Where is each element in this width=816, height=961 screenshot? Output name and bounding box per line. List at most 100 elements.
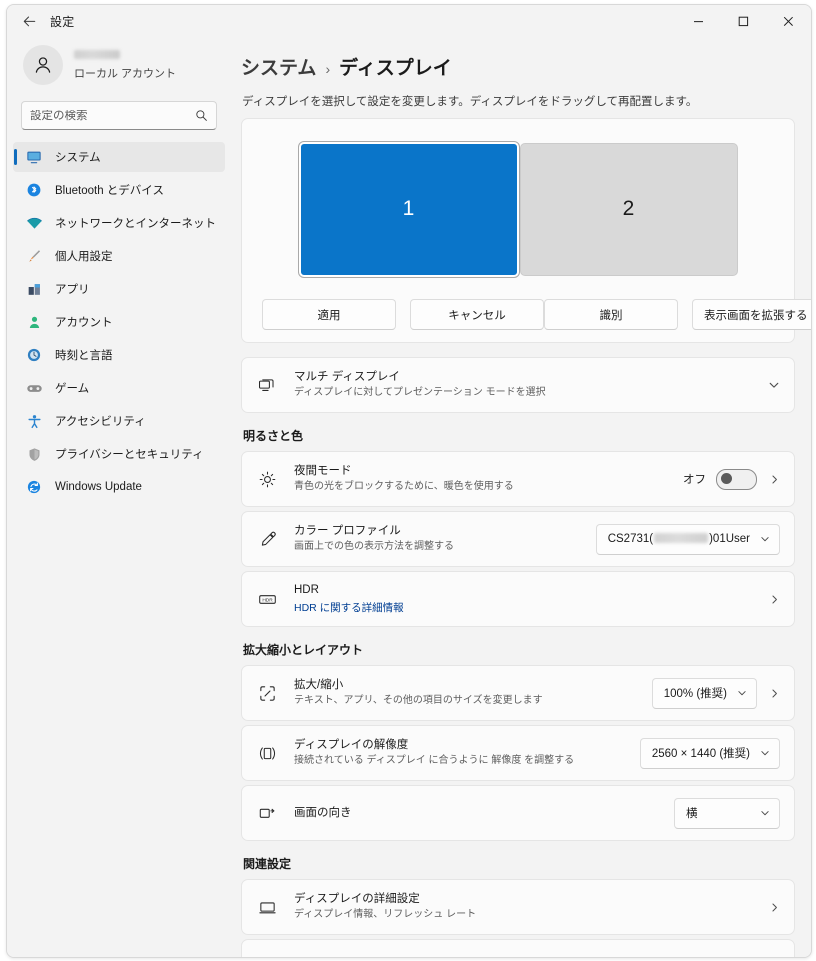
sidebar-item-network[interactable]: ネットワークとインターネット (13, 208, 225, 238)
bluetooth-icon (25, 181, 43, 199)
night-light-state-label: オフ (683, 474, 706, 486)
orientation-card[interactable]: 画面の向き 横 (241, 785, 795, 841)
scale-dropdown[interactable]: 100% (推奨) (651, 677, 757, 709)
sidebar-item-system[interactable]: システム (13, 142, 225, 172)
chevron-down-icon (760, 748, 770, 758)
apply-button[interactable]: 適用 (262, 299, 396, 330)
sidebar-item-bluetooth[interactable]: Bluetooth とデバイス (13, 175, 225, 205)
color-profile-card[interactable]: カラー プロファイル 画面上での色の表示方法を調整する CS2731()01Us… (241, 511, 795, 567)
maximize-icon (738, 16, 749, 26)
chevron-right-icon[interactable] (769, 688, 780, 699)
display-mode-value: 表示画面を拡張する (704, 309, 808, 322)
sidebar-item-accounts[interactable]: アカウント (13, 307, 225, 337)
monitor-2[interactable]: 2 (519, 142, 738, 276)
toggle-knob (721, 472, 732, 484)
sidebar-item-apps[interactable]: アプリ (13, 274, 225, 304)
hdr-controls (757, 594, 780, 605)
orientation-value: 横 (686, 808, 698, 820)
sidebar-item-accessibility[interactable]: アクセシビリティ (13, 406, 225, 436)
resolution-title: ディスプレイの解像度 (294, 739, 409, 751)
scale-card[interactable]: 拡大/縮小 テキスト、アプリ、その他の項目のサイズを変更します 100% (推奨… (241, 665, 795, 721)
multi-display-expander[interactable] (768, 379, 780, 391)
identify-button[interactable]: 識別 (544, 299, 678, 330)
resolution-text: ディスプレイの解像度 接続されている ディスプレイ に合うように 解像度 を調整… (294, 738, 630, 768)
hdr-icon: HDR (256, 588, 278, 610)
resolution-subtitle: 接続されている ディスプレイ に合うように 解像度 を調整する (294, 755, 575, 766)
night-light-toggle[interactable] (716, 468, 757, 490)
sidebar-item-label: アクセシビリティ (55, 416, 146, 428)
resolution-controls: 2560 × 1440 (推奨) (639, 737, 780, 769)
scale-row[interactable]: 拡大/縮小 テキスト、アプリ、その他の項目のサイズを変更します 100% (推奨… (242, 666, 794, 720)
scale-text: 拡大/縮小 テキスト、アプリ、その他の項目のサイズを変更します (294, 678, 642, 708)
night-light-row[interactable]: 夜間モード 青色の光をブロックするために、暖色を使用する オフ (242, 452, 794, 506)
hdr-card[interactable]: HDR HDR HDR に関する詳細情報 (241, 571, 795, 627)
close-icon (783, 16, 793, 26)
night-light-card[interactable]: 夜間モード 青色の光をブロックするために、暖色を使用する オフ (241, 451, 795, 507)
night-light-toggle-wrap[interactable]: オフ (683, 468, 757, 490)
advanced-display-row[interactable]: ディスプレイの詳細設定 ディスプレイ情報、リフレッシュ レート (242, 880, 794, 934)
update-icon (25, 478, 43, 496)
resolution-row[interactable]: ディスプレイの解像度 接続されている ディスプレイ に合うように 解像度 を調整… (242, 726, 794, 780)
search-box[interactable] (21, 101, 217, 130)
monitor-preview-area[interactable]: 1 2 (256, 133, 780, 285)
account-person-icon (25, 313, 43, 331)
chevron-right-icon[interactable] (769, 474, 780, 485)
breadcrumb: システム › ディスプレイ (241, 53, 795, 80)
back-arrow-icon (23, 15, 35, 26)
orientation-dropdown[interactable]: 横 (674, 797, 780, 829)
graphics-row[interactable]: グラフィック (242, 940, 794, 957)
minimize-button[interactable] (676, 5, 721, 37)
sidebar-item-privacy-security[interactable]: プライバシーとセキュリティ (13, 439, 225, 469)
graphics-card-icon (256, 956, 278, 957)
resolution-card[interactable]: ディスプレイの解像度 接続されている ディスプレイ に合うように 解像度 を調整… (241, 725, 795, 781)
display-arrangement-card: 1 2 適用 キャンセル 識別 表示画面を拡張する (241, 118, 811, 343)
sidebar-item-windows-update[interactable]: Windows Update (13, 472, 225, 502)
multi-display-subtitle: ディスプレイに対してプレゼンテーション モードを選択 (294, 387, 546, 398)
search-input[interactable] (30, 109, 195, 122)
resolution-dropdown[interactable]: 2560 × 1440 (推奨) (639, 737, 780, 769)
multi-display-row[interactable]: マルチ ディスプレイ ディスプレイに対してプレゼンテーション モードを選択 (242, 358, 794, 412)
color-profile-row[interactable]: カラー プロファイル 画面上での色の表示方法を調整する CS2731()01Us… (242, 512, 794, 566)
monitor-1[interactable]: 1 (298, 141, 519, 277)
rotate-screen-icon (256, 802, 278, 824)
chevron-right-icon[interactable] (769, 594, 780, 605)
section-header-brightness: 明るさと色 (243, 429, 304, 443)
shield-icon (25, 445, 43, 463)
chevron-right-icon[interactable] (769, 902, 780, 913)
sidebar-item-label: アプリ (55, 284, 90, 296)
orientation-row[interactable]: 画面の向き 横 (242, 786, 794, 840)
close-button[interactable] (766, 5, 811, 37)
sidebar-item-time-language[interactable]: 時刻と言語 (13, 340, 225, 370)
breadcrumb-separator-icon: › (325, 61, 331, 77)
multi-display-card[interactable]: マルチ ディスプレイ ディスプレイに対してプレゼンテーション モードを選択 (241, 357, 795, 413)
color-profile-title: カラー プロファイル (294, 525, 401, 537)
display-mode-dropdown[interactable]: 表示画面を拡張する (692, 299, 811, 330)
color-profile-value: CS2731()01User (607, 533, 750, 545)
hdr-title: HDR (294, 583, 319, 596)
hdr-text: HDR HDR に関する詳細情報 (294, 583, 747, 616)
arrangement-actions: 適用 キャンセル 識別 表示画面を拡張する (256, 299, 811, 330)
cancel-button[interactable]: キャンセル (410, 299, 544, 330)
sidebar: ローカル アカウント システム (7, 37, 231, 957)
person-avatar-icon (35, 57, 51, 73)
breadcrumb-parent[interactable]: システム (241, 53, 316, 80)
account-block[interactable]: ローカル アカウント (7, 37, 231, 95)
back-button[interactable] (14, 6, 44, 36)
sidebar-item-personalization[interactable]: 個人用設定 (13, 241, 225, 271)
advanced-display-title: ディスプレイの詳細設定 (294, 893, 420, 905)
sidebar-item-gaming[interactable]: ゲーム (13, 373, 225, 403)
graphics-card[interactable]: グラフィック (241, 939, 795, 957)
window-body: ローカル アカウント システム (7, 37, 811, 957)
title-bar: 設定 (7, 5, 811, 37)
sidebar-item-label: システム (55, 152, 101, 164)
gamepad-icon (25, 379, 43, 397)
window-title: 設定 (50, 14, 75, 29)
sidebar-item-label: 個人用設定 (55, 251, 113, 263)
hdr-learn-more-link[interactable]: HDR に関する詳細情報 (294, 602, 404, 614)
hdr-row[interactable]: HDR HDR HDR に関する詳細情報 (242, 572, 794, 626)
color-profile-dropdown[interactable]: CS2731()01User (595, 523, 780, 555)
chevron-down-icon (768, 379, 780, 391)
orientation-controls: 横 (674, 797, 780, 829)
maximize-button[interactable] (721, 5, 766, 37)
advanced-display-card[interactable]: ディスプレイの詳細設定 ディスプレイ情報、リフレッシュ レート (241, 879, 795, 935)
